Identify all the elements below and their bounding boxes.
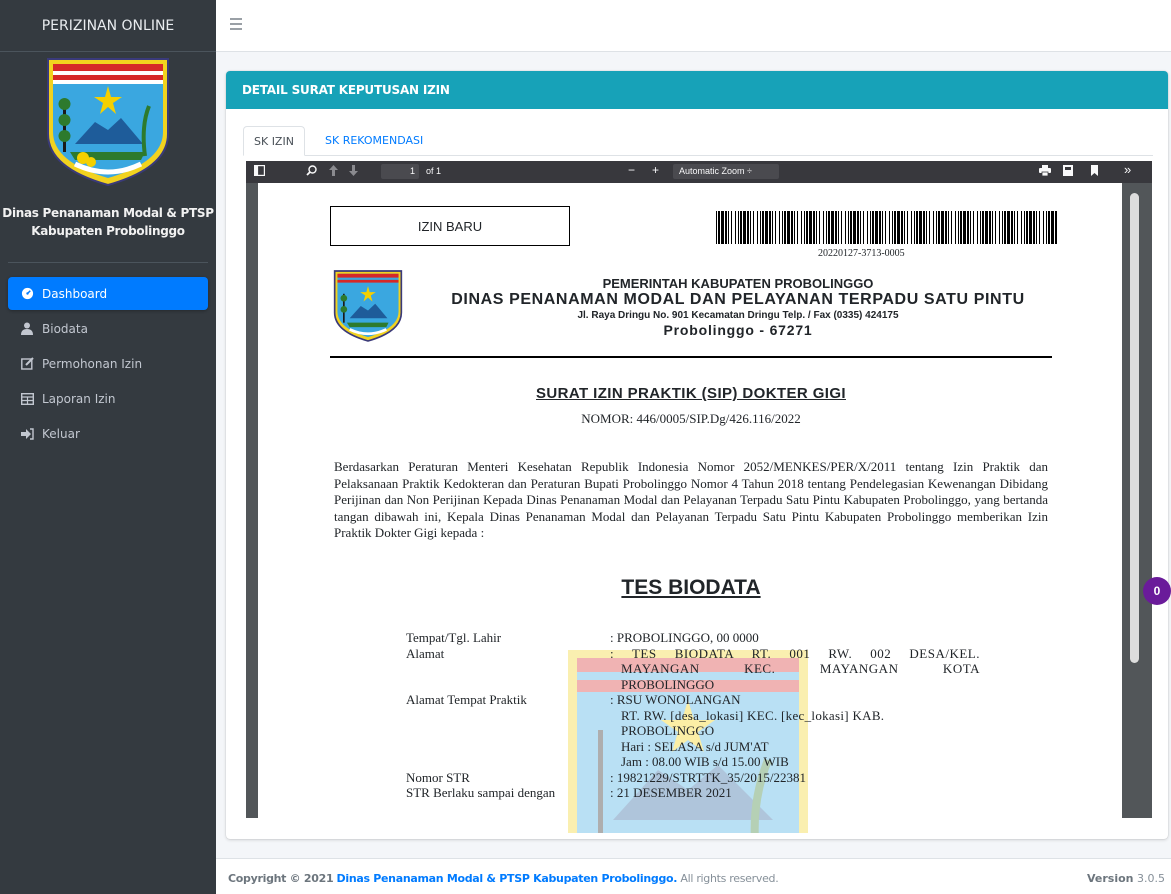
bookmark-icon[interactable]	[1091, 165, 1098, 178]
card-title: DETAIL SURAT KEPUTUSAN IZIN	[242, 83, 450, 97]
field-label: Nomor STR	[406, 769, 470, 785]
dashboard-icon	[20, 287, 34, 301]
letterhead-line2: DINAS PENANAMAN MODAL DAN PELAYANAN TERP…	[451, 291, 1025, 308]
letterhead-divider	[330, 356, 1052, 358]
sidebar-divider	[8, 262, 208, 263]
field-value: PROBOLINGGO	[621, 676, 715, 692]
next-page-icon[interactable]	[349, 165, 358, 178]
sidebar-item-label: Dashboard	[42, 286, 108, 301]
pdf-toolbar: 1 of 1 − + Automatic Zoom ÷ »	[246, 161, 1152, 183]
rights-text: All rights reserved.	[680, 872, 779, 885]
field-label: Tempat/Tgl. Lahir	[406, 630, 502, 645]
version-label: Version	[1086, 872, 1134, 885]
field-label: Alamat	[406, 645, 445, 661]
sidebar-toggle-icon[interactable]	[254, 165, 266, 178]
download-icon[interactable]	[1063, 165, 1073, 178]
footer: Copyright © 2021 Dinas Penanaman Modal &…	[216, 858, 1171, 894]
copyright-text: Copyright © 2021	[228, 872, 334, 885]
kop-logo	[333, 267, 403, 350]
search-icon[interactable]	[306, 165, 317, 178]
organization-name-line2: Kabupaten Probolinggo	[31, 224, 185, 238]
field-value: : RSU WONOLANGAN	[610, 692, 741, 707]
document-paragraph: Berdasarkan Peraturan Menteri Kesehatan …	[334, 459, 1048, 540]
barcode-image	[716, 211, 1057, 244]
sidebar-item-label: Biodata	[42, 321, 88, 336]
document-number: NOMOR: 446/0005/SIP.Dg/426.116/2022	[581, 411, 801, 426]
sidebar-item-label: Laporan Izin	[42, 391, 116, 406]
organization-name-line1: Dinas Penanaman Modal & PTSP	[2, 206, 214, 220]
user-icon	[20, 322, 34, 336]
field-value: : PROBOLINGGO, 00 0000	[610, 630, 759, 645]
letterhead: PEMERINTAH KABUPATEN PROBOLINGGO DINAS P…	[408, 276, 1068, 338]
sidebar-item-biodata[interactable]: Biodata	[8, 312, 208, 345]
footer-copyright: Copyright © 2021 Dinas Penanaman Modal &…	[228, 872, 779, 885]
tab-sk-rekomendasi[interactable]: SK REKOMENDASI	[315, 126, 433, 156]
status-box: IZIN BARU	[330, 206, 570, 246]
emblem-icon	[333, 270, 403, 342]
page-total: of 1	[426, 166, 442, 176]
field-label: Alamat Tempat Praktik	[406, 692, 527, 707]
organization-name: Dinas Penanaman Modal & PTSP Kabupaten P…	[0, 204, 216, 240]
tabs: SK IZIN SK REKOMENDASI	[243, 126, 1153, 156]
field-value: MAYANGAN KEC. MAYANGAN KOTA	[621, 661, 980, 676]
sidebar-nav: Dashboard Biodata Permohonan Izin Lapora…	[0, 277, 216, 450]
sidebar-item-label: Permohonan Izin	[42, 356, 143, 371]
sidebar-item-label: Keluar	[42, 426, 80, 441]
notification-badge[interactable]: 0	[1143, 577, 1171, 605]
tools-expand-icon[interactable]: »	[1124, 163, 1131, 177]
letterhead-city: Probolinggo - 67271	[663, 322, 813, 338]
menu-toggle-icon[interactable]	[230, 18, 242, 32]
page-number-input[interactable]: 1	[381, 164, 419, 179]
tab-sk-izin[interactable]: SK IZIN	[243, 126, 305, 156]
zoom-select[interactable]: Automatic Zoom ÷	[673, 164, 779, 179]
field-value: Jam : 08.00 WIB s/d 15.00 WIB	[621, 754, 789, 769]
field-label: STR Berlaku sampai dengan	[406, 785, 556, 800]
field-value: PROBOLINGGO	[621, 723, 715, 738]
brand-title[interactable]: PERIZINAN ONLINE	[42, 18, 175, 34]
sidebar-logo	[0, 56, 216, 188]
document-title: SURAT IZIN PRAKTIK (SIP) DOKTER GIGI	[536, 385, 846, 402]
footer-org-link[interactable]: Dinas Penanaman Modal & PTSP Kabupaten P…	[337, 872, 678, 885]
field-value: RT. RW. [desa_lokasi] KEC. [kec_lokasi] …	[621, 707, 885, 723]
zoom-out-icon[interactable]: −	[628, 164, 635, 176]
letterhead-address: Jl. Raya Dringu No. 901 Kecamatan Dringu…	[577, 310, 899, 321]
edit-icon	[20, 357, 34, 371]
sign-out-icon	[20, 427, 34, 441]
applicant-name: TES BIODATA	[621, 576, 761, 599]
sidebar-item-laporan-izin[interactable]: Laporan Izin	[8, 382, 208, 415]
table-icon	[20, 392, 34, 406]
card-header: DETAIL SURAT KEPUTUSAN IZIN	[226, 71, 1168, 109]
field-value: : 19821229/STRTTK_35/2015/22381	[610, 769, 807, 785]
sidebar-item-dashboard[interactable]: Dashboard	[8, 277, 208, 310]
footer-version: Version 3.0.5	[1087, 872, 1165, 885]
sidebar-item-permohonan-izin[interactable]: Permohonan Izin	[8, 347, 208, 380]
barcode-number: 20220127-3713-0005	[818, 248, 905, 259]
zoom-select-value: Automatic Zoom	[679, 166, 745, 176]
field-value: Hari : SELASA s/d JUM'AT	[621, 738, 769, 754]
pdf-scrollbar[interactable]	[1124, 183, 1152, 818]
sidebar-item-keluar[interactable]: Keluar	[8, 417, 208, 450]
zoom-in-icon[interactable]: +	[652, 164, 659, 176]
version-number: 3.0.5	[1137, 872, 1165, 885]
sidebar: PERIZINAN ONLINE Dinas Penanaman Modal &…	[0, 0, 216, 894]
letterhead-line1: PEMERINTAH KABUPATEN PROBOLINGGO	[602, 276, 874, 291]
print-icon[interactable]	[1039, 165, 1051, 178]
emblem-icon	[47, 58, 169, 187]
top-navbar	[216, 0, 1171, 52]
pdf-page: IZIN BARU 20220127-3713-0005 PEMERINTAH …	[258, 183, 1122, 833]
previous-page-icon[interactable]	[329, 165, 338, 178]
field-value: : 21 DESEMBER 2021	[610, 785, 732, 800]
field-value: : TES BIODATA RT. 001 RW. 002 DESA/KEL.	[610, 645, 980, 661]
scrollbar-thumb[interactable]	[1130, 193, 1139, 663]
chevron-updown-icon: ÷	[747, 166, 752, 176]
brand[interactable]: PERIZINAN ONLINE	[0, 0, 216, 52]
